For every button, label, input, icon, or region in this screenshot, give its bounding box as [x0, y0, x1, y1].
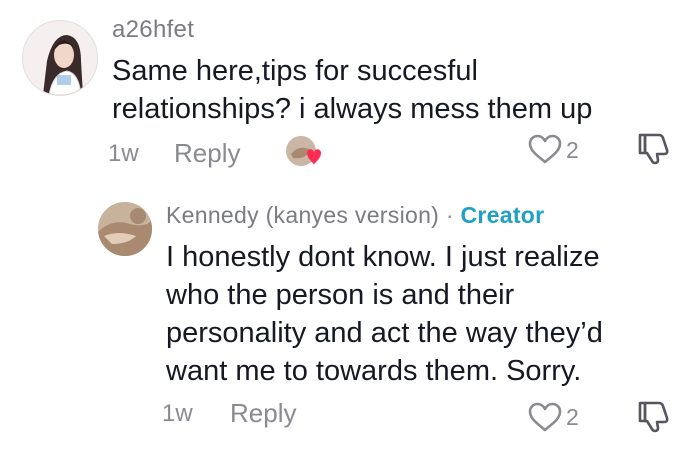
like-count: 2 — [566, 404, 579, 430]
creator-badge: Creator — [460, 202, 545, 228]
thumbs-down-icon[interactable] — [637, 399, 671, 433]
avatar-kennedy[interactable] — [98, 202, 152, 256]
creator-liked-avatar — [285, 134, 327, 170]
reply-text-line: who the person is and their — [166, 279, 515, 311]
separator-dot: · — [445, 202, 454, 228]
avatar-a26hfet[interactable] — [22, 20, 98, 96]
reply-header: Kennedy (kanyes version) · Creator — [166, 202, 544, 229]
like-count: 2 — [566, 137, 579, 163]
comment-text-line: Same here,tips for succesful — [112, 55, 478, 87]
reply-text-line: want me to towards them. Sorry. — [166, 355, 582, 387]
heart-outline-icon[interactable] — [528, 402, 562, 432]
reply-text-line: personality and act the way they’d — [166, 317, 603, 349]
reply-button[interactable]: Reply — [174, 138, 240, 169]
comment-username[interactable]: a26hfet — [112, 16, 194, 44]
reply-button[interactable]: Reply — [230, 398, 296, 429]
comment-text-line: relationships? i always mess them up — [112, 93, 593, 125]
reply-text-line: I honestly dont know. I just realize — [166, 241, 600, 273]
comment-timestamp: 1w — [108, 140, 139, 167]
reply-username[interactable]: Kennedy (kanyes version) — [166, 202, 439, 228]
reply-timestamp: 1w — [162, 400, 193, 427]
thumbs-down-icon[interactable] — [637, 131, 671, 165]
comment-text: Same here,tips for succesful relationshi… — [112, 52, 592, 128]
heart-outline-icon[interactable] — [528, 134, 562, 164]
reply-text: I honestly dont know. I just realize who… — [166, 238, 603, 390]
